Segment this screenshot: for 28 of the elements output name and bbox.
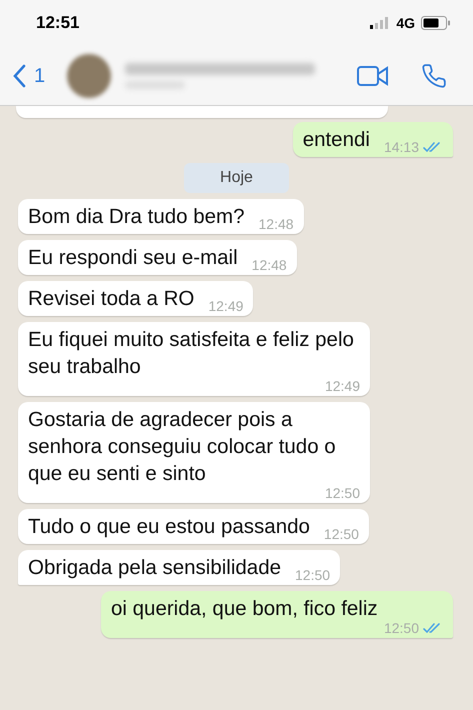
battery-icon [421, 16, 451, 30]
message-time: 12:48 [252, 257, 287, 273]
message-time: 12:48 [258, 216, 294, 232]
message-text: Eu fiquei muito satisfeita e feliz pelo seu trabalho [28, 327, 355, 380]
avatar[interactable] [67, 54, 112, 98]
message-time: 12:49 [208, 298, 244, 314]
message-time: 12:49 [324, 378, 360, 394]
message-text: Bom dia Dra tudo bem? [28, 204, 245, 230]
message-text: entendi [302, 127, 370, 153]
chevron-left-icon [12, 64, 26, 88]
message-time: 12:50 [384, 620, 419, 636]
message-time: 14:13 [384, 139, 419, 155]
network-label: 4G [396, 14, 415, 32]
back-button[interactable]: 1 [12, 60, 46, 90]
message-text: Eu respondi seu e-mail [28, 245, 238, 271]
clock: 12:51 [36, 12, 80, 34]
message-text: Gostaria de agradecer pois a senhora conseguiu colocar tudo o que eu senti e sinto [28, 407, 337, 487]
message-time: 12:50 [295, 567, 330, 583]
message-text: oi querida, que bom, fico feliz [111, 596, 378, 622]
signal-icon [370, 17, 390, 29]
message-time: 12:50 [324, 526, 359, 542]
video-camera-icon[interactable] [357, 64, 389, 86]
date-chip: Hoje [184, 163, 289, 193]
message-text: Tudo o que eu estou passando [28, 514, 310, 540]
message-text: Obrigada pela sensibilidade [28, 555, 282, 581]
phone-icon[interactable] [421, 62, 447, 88]
message-text: Revisei toda a RO [28, 286, 194, 312]
message-time: 12:50 [324, 485, 360, 501]
